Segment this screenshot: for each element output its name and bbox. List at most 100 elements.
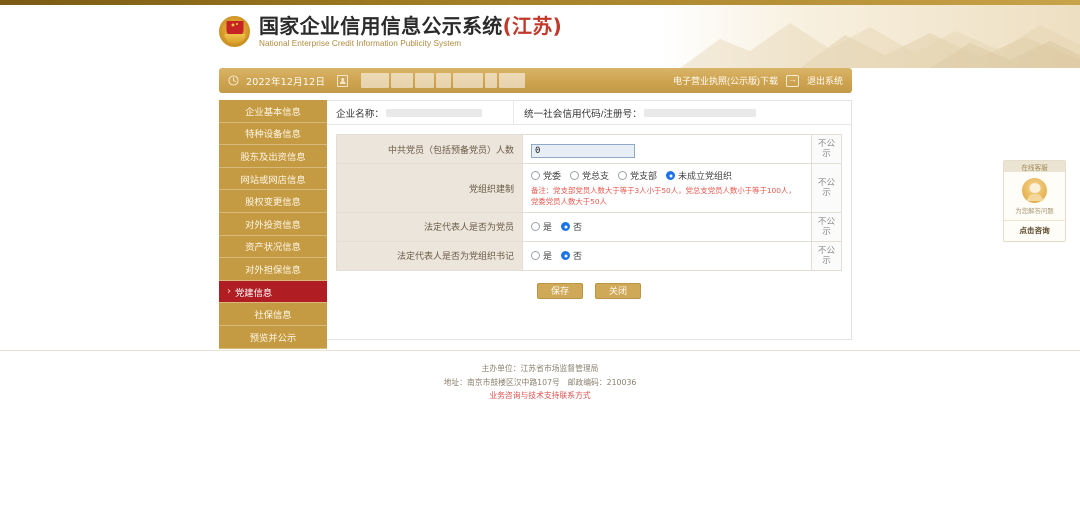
publish-status-3: 不公示 [812, 213, 842, 242]
party-building-table: 中共党员（包括预备党员）人数 不公示 党组织建制 [336, 134, 842, 271]
sidebar-item-preview-publish[interactable]: 预览并公示 [219, 326, 327, 349]
radio-option-no[interactable]: 否 [561, 220, 582, 233]
page-root: 国家企业信用信息公示系统(江苏) National Enterprise Cre… [0, 0, 1080, 508]
publish-status-2: 不公示 [812, 164, 842, 213]
entity-code-masked-value [644, 109, 756, 117]
party-org-type-value-cell: 党委 党总支 党支部 [523, 164, 812, 213]
sidebar-nav: 企业基本信息 特种设备信息 股东及出资信息 网站或网店信息 股权变更信息 对外投… [219, 100, 327, 340]
footer-contact-link[interactable]: 业务咨询与技术支持联系方式 [0, 389, 1080, 403]
legal-rep-is-member-radio-group: 是 否 [531, 220, 803, 233]
form-actions: 保存 关闭 [336, 271, 842, 309]
sidebar-item-basic-info[interactable]: 企业基本信息 [219, 100, 327, 123]
radio-option-no[interactable]: 否 [561, 249, 582, 262]
footer-address: 地址：南京市鼓楼区汉中路107号 邮政编码：210036 [0, 376, 1080, 390]
legal-rep-is-secretary-radio-group: 是 否 [531, 249, 803, 262]
sidebar-item-website-or-shop[interactable]: 网站或网店信息 [219, 168, 327, 191]
service-widget-subtitle: 为您解答问题 [1004, 206, 1065, 220]
national-emblem-icon [219, 16, 250, 47]
radio-label: 是 [543, 220, 552, 233]
service-widget-header: 在线客服 [1004, 161, 1065, 172]
radio-circle-icon[interactable] [531, 171, 540, 180]
user-card-icon [337, 75, 348, 87]
table-row: 中共党员（包括预备党员）人数 不公示 [337, 135, 842, 164]
content-area: 企业基本信息 特种设备信息 股东及出资信息 网站或网店信息 股权变更信息 对外投… [219, 100, 852, 340]
site-footer: 主办单位：江苏省市场监督管理局 地址：南京市鼓楼区汉中路107号 邮政编码：21… [0, 362, 1080, 403]
sidebar-item-special-equipment[interactable]: 特种设备信息 [219, 123, 327, 146]
radio-label: 否 [573, 220, 582, 233]
party-org-type-note: 备注：党支部党员人数大于等于3人小于50人，党总支党员人数小于等于100人，党委… [531, 186, 803, 207]
radio-circle-selected-icon[interactable] [561, 251, 570, 260]
table-row: 党组织建制 党委 党总支 [337, 164, 842, 213]
radio-circle-icon[interactable] [531, 251, 540, 260]
site-title-province: (江苏) [503, 14, 562, 38]
radio-option-branch[interactable]: 党支部 [618, 169, 657, 182]
radio-label: 党总支 [582, 169, 609, 182]
radio-label: 未成立党组织 [678, 169, 732, 182]
party-org-type-label: 党组织建制 [337, 164, 523, 213]
navbar-left-group: 2022年12月12日 [228, 73, 525, 88]
entity-info-bar: 企业名称： 统一社会信用代码/注册号： [327, 101, 851, 125]
clock-icon [228, 75, 239, 86]
entity-code-label: 统一社会信用代码/注册号： [524, 106, 642, 120]
site-title-main: 国家企业信用信息公示系统 [259, 14, 503, 38]
entity-name-label: 企业名称： [336, 106, 384, 120]
current-date-label: 2022年12月12日 [246, 74, 325, 88]
legal-rep-is-member-label: 法定代表人是否为党员 [337, 213, 523, 242]
site-title-en: National Enterprise Credit Information P… [259, 39, 562, 48]
sidebar-item-equity-change[interactable]: 股权变更信息 [219, 190, 327, 213]
member-count-value-cell [523, 135, 812, 164]
site-title-block: 国家企业信用信息公示系统(江苏) National Enterprise Cre… [259, 15, 562, 48]
download-license-link[interactable]: 电子营业执照(公示版)下载 [673, 74, 778, 87]
sidebar-item-party-building[interactable]: 党建信息 [219, 281, 327, 304]
legal-rep-is-secretary-value-cell: 是 否 [523, 241, 812, 270]
radio-circle-selected-icon[interactable] [561, 222, 570, 231]
radio-circle-icon[interactable] [570, 171, 579, 180]
radio-label: 是 [543, 249, 552, 262]
table-row: 法定代表人是否为党员 是 否 [337, 213, 842, 242]
sidebar-item-external-guarantee[interactable]: 对外担保信息 [219, 258, 327, 281]
radio-option-general-branch[interactable]: 党总支 [570, 169, 609, 182]
member-count-label: 中共党员（包括预备党员）人数 [337, 135, 523, 164]
footer-divider [0, 350, 1080, 351]
close-button[interactable]: 关闭 [595, 283, 641, 299]
site-title-cn: 国家企业信用信息公示系统(江苏) [259, 15, 562, 38]
masked-company-name [361, 73, 525, 88]
party-building-form: 中共党员（包括预备党员）人数 不公示 党组织建制 [327, 125, 851, 309]
brand-block: 国家企业信用信息公示系统(江苏) National Enterprise Cre… [219, 15, 562, 48]
table-row: 法定代表人是否为党组织书记 是 否 [337, 241, 842, 270]
radio-option-yes[interactable]: 是 [531, 249, 552, 262]
radio-circle-selected-icon[interactable] [666, 171, 675, 180]
sidebar-item-social-insurance[interactable]: 社保信息 [219, 303, 327, 326]
online-service-widget[interactable]: 在线客服 为您解答问题 点击咨询 [1003, 160, 1066, 242]
radio-label: 党支部 [630, 169, 657, 182]
radio-option-no-party-org[interactable]: 未成立党组织 [666, 169, 732, 182]
site-header: 国家企业信用信息公示系统(江苏) National Enterprise Cre… [0, 5, 1080, 68]
customer-service-avatar-icon [1022, 178, 1047, 203]
service-widget-cta-button[interactable]: 点击咨询 [1004, 220, 1065, 241]
radio-option-party-committee[interactable]: 党委 [531, 169, 561, 182]
navbar-right-group: 电子营业执照(公示版)下载 退出系统 [673, 74, 843, 87]
logout-link[interactable]: 退出系统 [807, 74, 843, 87]
legal-rep-is-member-value-cell: 是 否 [523, 213, 812, 242]
sidebar-item-asset-status[interactable]: 资产状况信息 [219, 236, 327, 259]
top-navbar: 2022年12月12日 电子营业执照(公示版)下载 退出系统 [219, 68, 852, 93]
sidebar-item-external-investment[interactable]: 对外投资信息 [219, 213, 327, 236]
member-count-input[interactable] [531, 144, 635, 158]
radio-circle-icon[interactable] [531, 222, 540, 231]
main-panel: 企业名称： 统一社会信用代码/注册号： 中共党员（包括预备党员）人数 [327, 100, 852, 340]
sidebar-item-shareholder-contribution[interactable]: 股东及出资信息 [219, 145, 327, 168]
save-button[interactable]: 保存 [537, 283, 583, 299]
publish-status-4: 不公示 [812, 241, 842, 270]
publish-status-1: 不公示 [812, 135, 842, 164]
radio-option-yes[interactable]: 是 [531, 220, 552, 233]
mountain-watermark-icon [680, 5, 1080, 68]
radio-label: 党委 [543, 169, 561, 182]
footer-organizer: 主办单位：江苏省市场监督管理局 [0, 362, 1080, 376]
legal-rep-is-secretary-label: 法定代表人是否为党组织书记 [337, 241, 523, 270]
entity-name-cell: 企业名称： [336, 101, 514, 124]
entity-name-masked-value [386, 109, 482, 117]
party-org-type-radio-group: 党委 党总支 党支部 [531, 169, 803, 182]
logout-arrow-icon[interactable] [786, 75, 799, 87]
radio-label: 否 [573, 249, 582, 262]
radio-circle-icon[interactable] [618, 171, 627, 180]
